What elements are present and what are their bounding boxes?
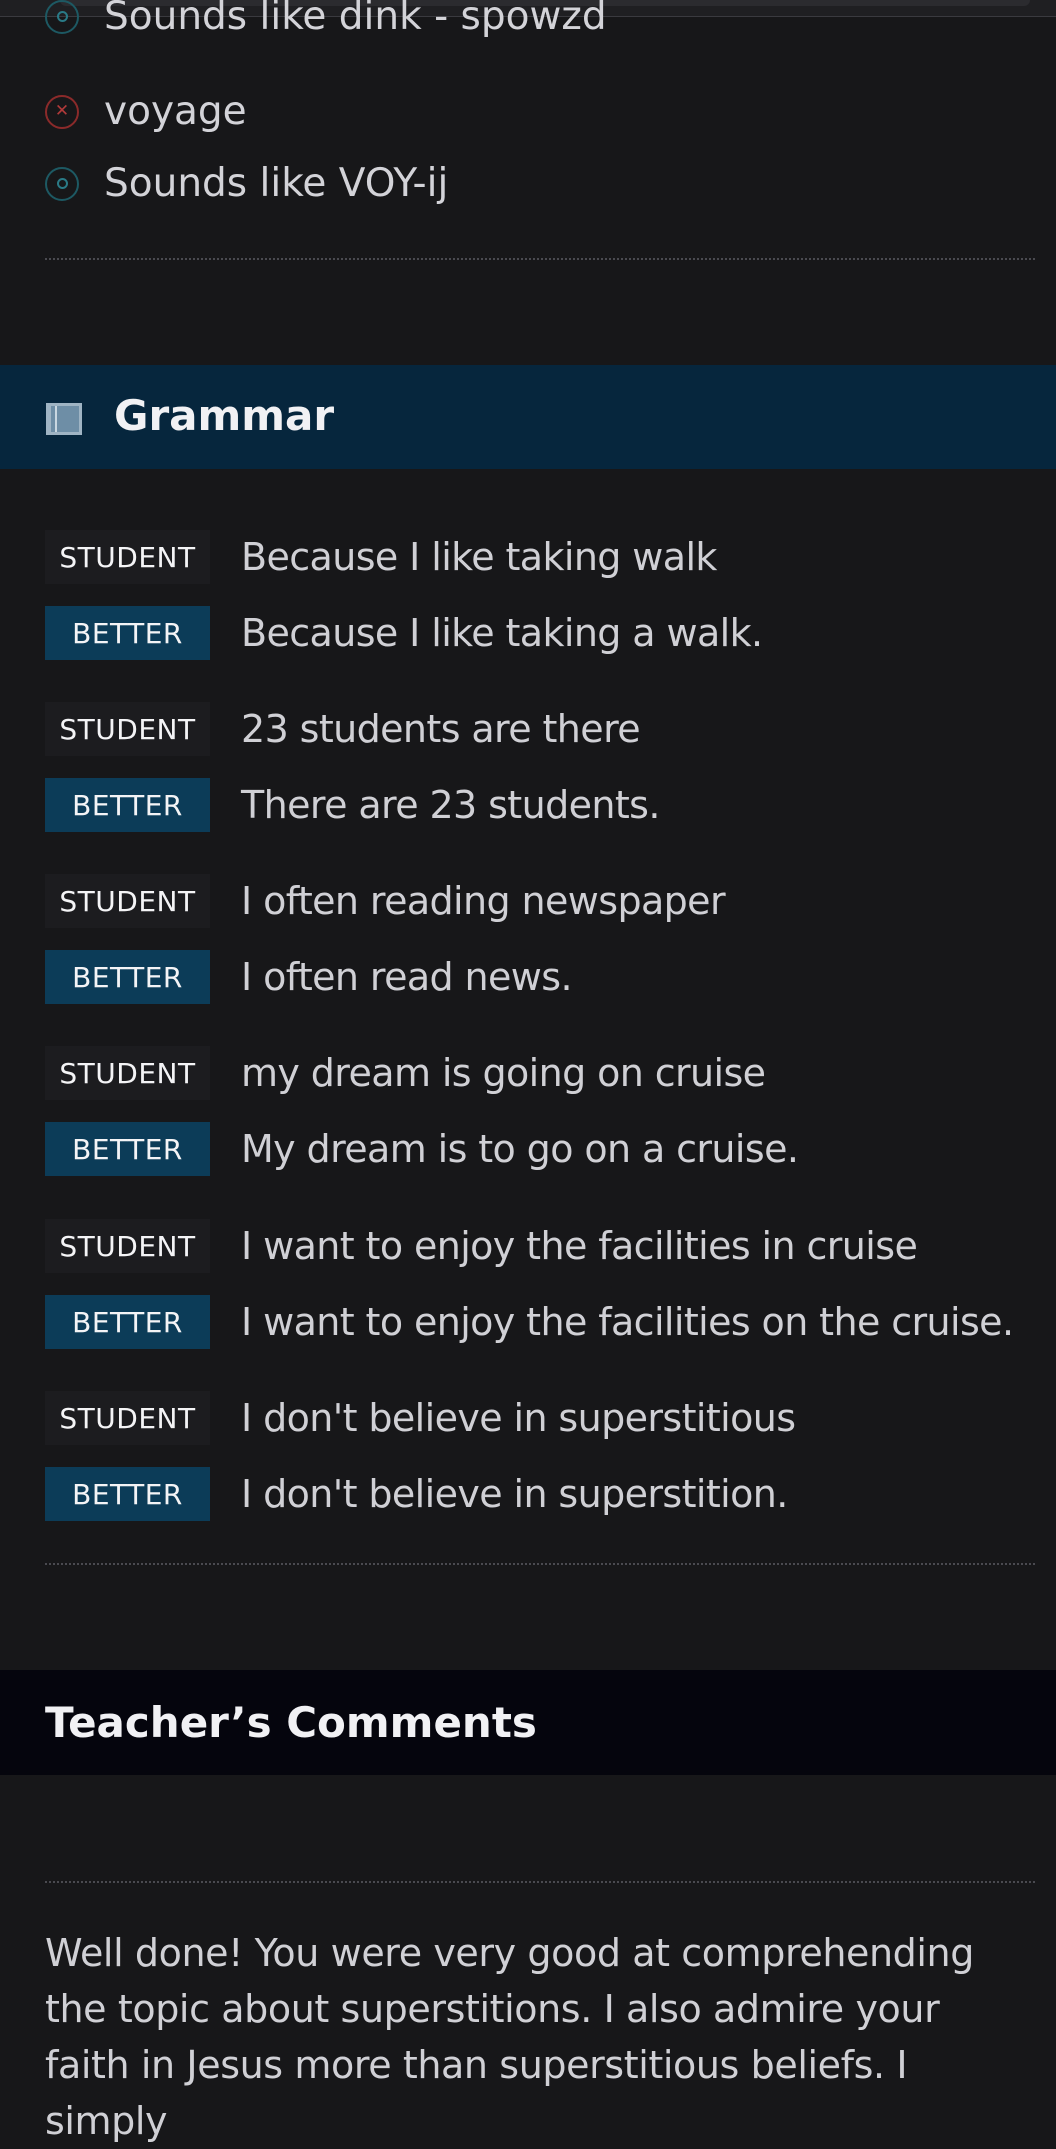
grammar-title: Grammar (114, 391, 335, 440)
comments-title: Teacher’s Comments (45, 1698, 537, 1747)
student-tag: STUDENT (45, 1046, 210, 1100)
target-icon (45, 166, 79, 201)
student-tag: STUDENT (45, 530, 210, 584)
better-row: BETTER My dream is to go on a cruise. (45, 1122, 799, 1176)
student-sentence: I don't believe in superstitious (241, 1396, 796, 1440)
student-sentence: I want to enjoy the facilities in cruise (241, 1224, 918, 1268)
pronunciation-item: Sounds like dink - spowzd (45, 0, 607, 39)
better-sentence: I often read news. (241, 955, 573, 999)
better-tag: BETTER (45, 778, 210, 832)
pronunciation-word: voyage (104, 89, 247, 134)
better-sentence: I don't believe in superstition. (241, 1472, 788, 1516)
student-row: STUDENT I want to enjoy the facilities i… (45, 1219, 918, 1273)
student-sentence: I often reading newspaper (241, 879, 726, 923)
pronunciation-text: Sounds like VOY-ij (104, 161, 449, 206)
better-sentence: There are 23 students. (241, 783, 660, 827)
student-tag: STUDENT (45, 1219, 210, 1273)
section-divider (45, 1881, 1035, 1883)
student-row: STUDENT my dream is going on cruise (45, 1046, 766, 1100)
better-tag: BETTER (45, 606, 210, 660)
pronunciation-item: ✕ voyage (45, 89, 247, 134)
book-icon (46, 403, 82, 435)
student-sentence: Because I like taking walk (241, 535, 717, 579)
section-divider (45, 258, 1035, 260)
better-row: BETTER Because I like taking a walk. (45, 606, 763, 660)
better-row: BETTER I want to enjoy the facilities on… (45, 1295, 1014, 1349)
target-icon (45, 0, 79, 34)
section-divider (45, 1563, 1035, 1565)
student-row: STUDENT I don't believe in superstitious (45, 1391, 796, 1445)
better-tag: BETTER (45, 950, 210, 1004)
better-tag: BETTER (45, 1295, 210, 1349)
grammar-header: Grammar (0, 365, 1056, 469)
student-sentence: 23 students are there (241, 707, 641, 751)
better-sentence: I want to enjoy the facilities on the cr… (241, 1300, 1014, 1344)
pronunciation-text: Sounds like dink - spowzd (104, 0, 607, 39)
better-tag: BETTER (45, 1122, 210, 1176)
better-sentence: Because I like taking a walk. (241, 611, 763, 655)
teacher-comment-text: Well done! You were very good at compreh… (45, 1931, 974, 2143)
student-row: STUDENT I often reading newspaper (45, 874, 726, 928)
better-sentence: My dream is to go on a cruise. (241, 1127, 799, 1171)
better-row: BETTER There are 23 students. (45, 778, 660, 832)
student-sentence: my dream is going on cruise (241, 1051, 766, 1095)
comments-header: Teacher’s Comments (0, 1670, 1056, 1775)
x-circle-icon: ✕ (45, 94, 79, 129)
better-row: BETTER I don't believe in superstition. (45, 1467, 788, 1521)
better-row: BETTER I often read news. (45, 950, 573, 1004)
student-row: STUDENT Because I like taking walk (45, 530, 717, 584)
student-tag: STUDENT (45, 874, 210, 928)
better-tag: BETTER (45, 1467, 210, 1521)
student-tag: STUDENT (45, 702, 210, 756)
student-tag: STUDENT (45, 1391, 210, 1445)
pronunciation-item: Sounds like VOY-ij (45, 161, 448, 206)
student-row: STUDENT 23 students are there (45, 702, 641, 756)
